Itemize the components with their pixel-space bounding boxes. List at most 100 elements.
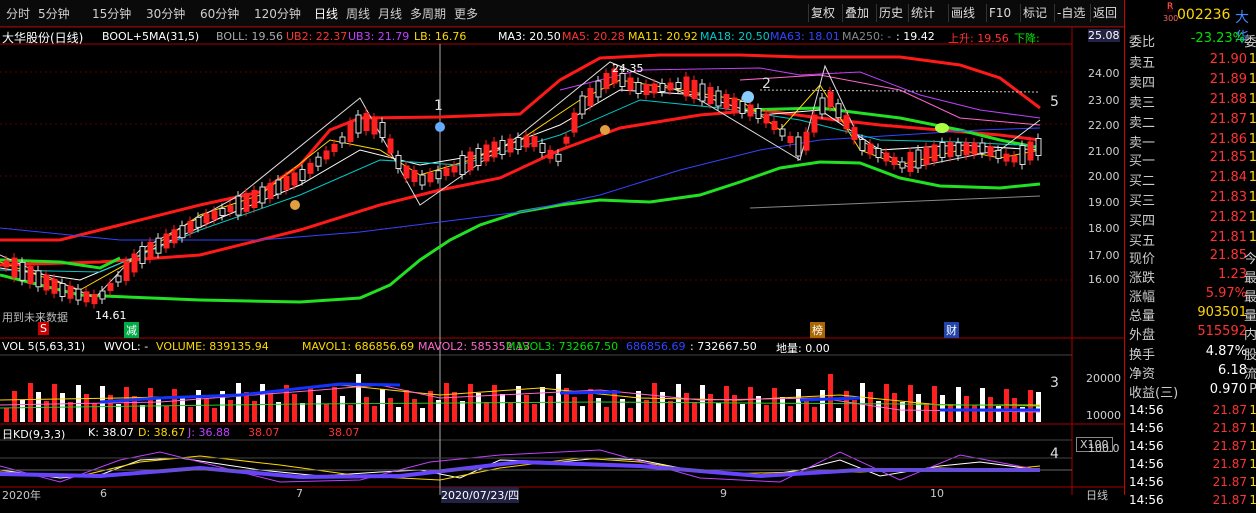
volume-bar — [700, 385, 705, 422]
candle — [323, 150, 330, 160]
candle — [739, 101, 746, 114]
volume-bar — [316, 395, 321, 422]
buy-qty: 1 — [1248, 210, 1256, 225]
candle — [475, 148, 482, 166]
candle — [619, 73, 626, 87]
volume-bar — [108, 395, 113, 422]
diamond-icon — [435, 122, 445, 132]
candle — [219, 208, 226, 216]
volume-bar — [740, 404, 745, 422]
price-axis-6: 19.00 — [1088, 196, 1120, 209]
volume-bar — [380, 389, 385, 422]
volume-bar — [236, 383, 241, 422]
candle — [491, 141, 498, 158]
candle — [723, 94, 730, 109]
buy-price[interactable]: 21.83 — [1210, 190, 1247, 205]
volume-bar — [908, 385, 913, 422]
weibi-label: 委比 — [1129, 35, 1156, 50]
volume-bar — [972, 405, 977, 422]
candle — [131, 253, 138, 273]
candle — [275, 179, 282, 195]
tag-jian[interactable]: 减 — [124, 322, 139, 338]
kd-title: 日KD(9,3,3) — [2, 428, 66, 441]
candle — [459, 155, 466, 175]
buy-label: 买一 — [1129, 154, 1156, 169]
price-axis-0: 25.08 — [1088, 29, 1120, 42]
candle — [523, 135, 530, 148]
candle — [203, 213, 210, 224]
low-label: 14.61 — [95, 309, 127, 322]
candle — [779, 128, 786, 137]
candle — [171, 229, 178, 244]
sell-qty: 1 — [1248, 112, 1256, 127]
stat2-suffix: P — [1249, 382, 1256, 397]
sell-price[interactable]: 21.87 — [1210, 112, 1247, 127]
volume-bar — [148, 388, 153, 422]
tag-s[interactable]: S — [38, 322, 49, 335]
buy-qty: 1 — [1248, 150, 1256, 165]
candle — [283, 176, 290, 190]
candle — [547, 149, 554, 159]
volume-bar — [484, 402, 489, 422]
candle — [403, 165, 410, 179]
tag-bang[interactable]: 榜 — [810, 322, 825, 338]
candle — [451, 165, 458, 173]
candle — [883, 152, 890, 162]
volume-bar — [772, 388, 777, 422]
tag-cai[interactable]: 财 — [944, 322, 959, 338]
candle — [1003, 153, 1010, 162]
volume-bar — [180, 398, 185, 422]
volume-bar — [556, 374, 561, 422]
kd-j: J: 36.88 — [188, 426, 230, 439]
stock-name: 大华股份(日线) — [2, 31, 84, 45]
candle — [163, 233, 170, 249]
sell-price[interactable]: 21.88 — [1210, 92, 1247, 107]
candle — [507, 138, 514, 153]
volume-bar — [796, 389, 801, 422]
mavol3-value: MAVOL3: 732667.50 — [506, 340, 619, 353]
sell-price[interactable]: 21.86 — [1210, 132, 1247, 147]
buy-price[interactable]: 21.85 — [1210, 150, 1247, 165]
candle — [299, 169, 306, 181]
kd-axis: 100.0 — [1088, 442, 1120, 455]
volume-bar — [396, 407, 401, 422]
weibi-suffix: 委 — [1243, 35, 1256, 50]
stat-label: 涨跌 — [1129, 271, 1156, 286]
sell-price[interactable]: 21.90 — [1210, 52, 1247, 67]
candle — [331, 144, 338, 152]
buy-price[interactable]: 21.81 — [1210, 230, 1247, 245]
candle — [915, 149, 922, 169]
buy-qty: 1 — [1248, 230, 1256, 245]
candle — [139, 246, 146, 264]
buy-price[interactable]: 21.82 — [1210, 210, 1247, 225]
candle — [771, 121, 778, 130]
candle — [35, 270, 42, 288]
volume-bar — [508, 403, 513, 422]
volume-bar — [4, 408, 9, 422]
candle — [819, 97, 826, 115]
sell-price[interactable]: 21.89 — [1210, 72, 1247, 87]
volume-bar — [12, 391, 17, 422]
pattern-num-5: 5 — [1050, 94, 1059, 110]
stat2-suffix: 流 — [1243, 367, 1256, 382]
volume-bar — [68, 402, 73, 422]
mavol1-value: MAVOL1: 686856.69 — [302, 340, 415, 353]
vol-v5: : 732667.50 — [690, 340, 757, 353]
stat-suffix: 最 — [1243, 290, 1256, 305]
date-period: 日线 — [1086, 489, 1108, 502]
buy-qty: 1 — [1248, 170, 1256, 185]
volume-value: VOLUME: 839135.94 — [156, 340, 269, 353]
candle — [851, 127, 858, 141]
candle — [939, 142, 946, 158]
candle — [971, 142, 978, 155]
quote-panel: R 300 002236 大华 委比 -23.23% 委 卖五 21.90 1 卖四 21.… — [1124, 0, 1256, 507]
volume-bar — [20, 400, 25, 422]
volume-bar — [580, 406, 585, 422]
candle — [803, 131, 810, 151]
stat2-suffix: 股 — [1243, 348, 1256, 363]
candle — [339, 136, 346, 144]
stat2-label: 净资 — [1129, 367, 1156, 382]
buy-price[interactable]: 21.84 — [1210, 170, 1247, 185]
volume-bar — [92, 403, 97, 422]
candle — [555, 153, 562, 162]
